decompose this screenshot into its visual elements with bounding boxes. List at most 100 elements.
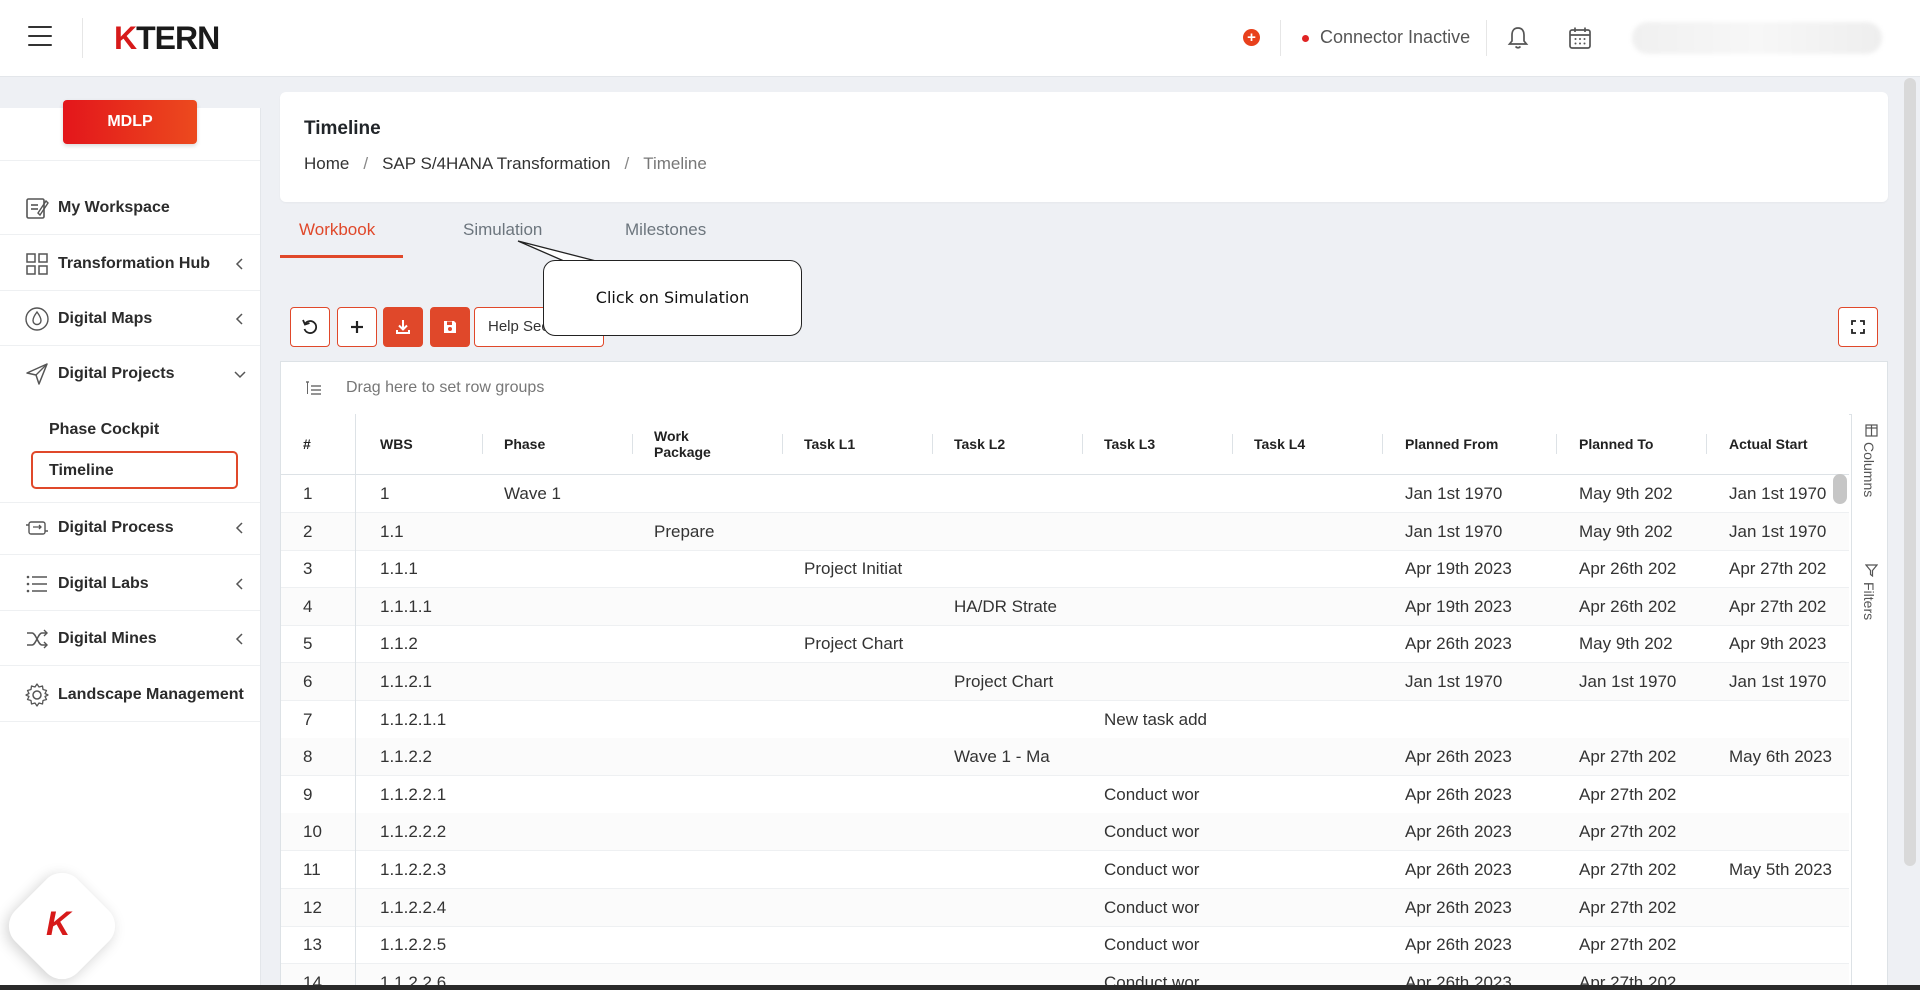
cell-row-index[interactable]: 12 [303,889,355,926]
cell-planned-to[interactable]: May 9th 202 [1579,475,1714,512]
cell-work-package[interactable] [654,813,779,850]
cell-task-l4[interactable] [1254,776,1379,813]
cell-work-package[interactable] [654,588,779,625]
cell-task-l3[interactable]: Conduct wor [1104,889,1229,926]
cell-task-l3[interactable] [1104,550,1229,587]
cell-actual-start[interactable] [1729,776,1834,813]
add-circle-icon[interactable]: + [1243,29,1260,46]
cell-phase[interactable] [504,926,629,963]
cell-phase[interactable] [504,588,629,625]
cell-planned-from[interactable]: Jan 1st 1970 [1405,475,1565,512]
cell-planned-from[interactable]: Jan 1st 1970 [1405,663,1565,700]
sidebar-item-digital-process[interactable]: Digital Process [0,502,260,555]
cell-planned-to[interactable]: Apr 27th 202 [1579,851,1714,888]
cell-planned-to[interactable]: May 9th 202 [1579,513,1714,550]
cell-phase[interactable]: Wave 1 [504,475,629,512]
cell-task-l2[interactable] [954,513,1079,550]
cell-task-l1[interactable] [804,588,929,625]
cell-planned-from[interactable]: Apr 26th 2023 [1405,738,1565,775]
cell-task-l3[interactable] [1104,475,1229,512]
cell-task-l4[interactable] [1254,550,1379,587]
sidebar-item-digital-maps[interactable]: Digital Maps [0,293,260,346]
cell-actual-start[interactable]: Jan 1st 1970 [1729,475,1834,512]
cell-task-l4[interactable] [1254,513,1379,550]
cell-row-index[interactable]: 3 [303,550,355,587]
cell-actual-start[interactable]: Apr 27th 202 [1729,588,1834,625]
cell-planned-from[interactable]: Apr 26th 2023 [1405,889,1565,926]
cell-planned-from[interactable]: Jan 1st 1970 [1405,513,1565,550]
cell-row-index[interactable]: 10 [303,813,355,850]
calendar-icon[interactable] [1567,25,1593,51]
add-row-button[interactable] [337,307,377,347]
cell-planned-from[interactable]: Apr 19th 2023 [1405,588,1565,625]
cell-planned-from[interactable]: Apr 26th 2023 [1405,813,1565,850]
sidebar-subitem-phase-cockpit[interactable]: Phase Cockpit [49,421,159,439]
column-header-task-l1[interactable]: Task L1 [804,414,855,474]
sidebar-subitem-timeline[interactable]: Timeline [49,462,114,480]
cell-work-package[interactable] [654,889,779,926]
cell-phase[interactable] [504,550,629,587]
cell-planned-to[interactable]: Jan 1st 1970 [1579,663,1714,700]
cell-row-index[interactable]: 11 [303,851,355,888]
cell-task-l1[interactable]: Project Initiat [804,550,929,587]
table-row[interactable]: 10 1.1.2.2.2 Conduct wor Apr 26th 2023 Apr 2… [281,813,1849,852]
cell-task-l3[interactable]: Conduct wor [1104,776,1229,813]
cell-row-index[interactable]: 6 [303,663,355,700]
cell-planned-to[interactable]: May 9th 202 [1579,625,1714,662]
cell-task-l4[interactable] [1254,738,1379,775]
cell-wbs[interactable]: 1.1.2.2 [380,738,480,775]
cell-task-l1[interactable] [804,701,929,738]
cell-task-l3[interactable] [1104,738,1229,775]
ktern-logo[interactable]: KTERN [114,20,220,57]
cell-task-l2[interactable] [954,625,1079,662]
cell-actual-start[interactable] [1729,889,1834,926]
cell-work-package[interactable] [654,776,779,813]
cell-task-l1[interactable] [804,926,929,963]
cell-task-l3[interactable]: Conduct wor [1104,851,1229,888]
cell-task-l2[interactable] [954,926,1079,963]
cell-task-l1[interactable] [804,889,929,926]
sidebar-item-transformation-hub[interactable]: Transformation Hub [0,238,260,291]
table-row[interactable]: 3 1.1.1 Project Initiat Apr 19th 2023 Apr 26… [281,550,1849,589]
cell-task-l1[interactable] [804,475,929,512]
table-row[interactable]: 13 1.1.2.2.5 Conduct wor Apr 26th 2023 Apr 2… [281,926,1849,965]
cell-task-l4[interactable] [1254,475,1379,512]
sidebar-item-digital-labs[interactable]: Digital Labs [0,558,260,611]
cell-work-package[interactable] [654,701,779,738]
cell-work-package[interactable] [654,926,779,963]
column-header-task-l3[interactable]: Task L3 [1104,414,1155,474]
cell-task-l4[interactable] [1254,625,1379,662]
cell-task-l4[interactable] [1254,663,1379,700]
page-scrollbar[interactable] [1904,78,1916,866]
cell-planned-from[interactable]: Apr 26th 2023 [1405,625,1565,662]
cell-row-index[interactable]: 1 [303,475,355,512]
cell-actual-start[interactable]: Jan 1st 1970 [1729,663,1834,700]
column-header-task-l2[interactable]: Task L2 [954,414,1005,474]
cell-task-l2[interactable] [954,475,1079,512]
bell-icon[interactable] [1506,25,1530,51]
cell-actual-start[interactable]: May 5th 2023 [1729,851,1834,888]
cell-task-l3[interactable] [1104,663,1229,700]
cell-planned-from[interactable]: Apr 19th 2023 [1405,550,1565,587]
cell-work-package[interactable] [654,550,779,587]
cell-task-l2[interactable] [954,889,1079,926]
cell-actual-start[interactable]: May 6th 2023 [1729,738,1834,775]
cell-task-l2[interactable] [954,776,1079,813]
cell-wbs[interactable]: 1 [380,475,480,512]
cell-task-l4[interactable] [1254,588,1379,625]
cell-task-l3[interactable] [1104,513,1229,550]
cell-task-l2[interactable] [954,851,1079,888]
cell-work-package[interactable]: Prepare [654,513,779,550]
tab-simulation[interactable]: Simulation [463,220,542,240]
column-header-planned-from[interactable]: Planned From [1405,414,1498,474]
cell-task-l2[interactable]: Wave 1 - Ma [954,738,1079,775]
sidebar-item-digital-mines[interactable]: Digital Mines [0,613,260,666]
cell-planned-to[interactable]: Apr 26th 202 [1579,588,1714,625]
table-row[interactable]: 1 1 Wave 1 Jan 1st 1970 May 9th 202 Jan 1st 1… [281,475,1849,513]
cell-actual-start[interactable]: Apr 27th 202 [1729,550,1834,587]
table-row[interactable]: 7 1.1.2.1.1 New task add [281,701,1849,739]
cell-task-l3[interactable]: Conduct wor [1104,813,1229,850]
cell-planned-to[interactable]: Apr 27th 202 [1579,926,1714,963]
cell-planned-from[interactable]: Apr 26th 2023 [1405,851,1565,888]
table-row[interactable]: 12 1.1.2.2.4 Conduct wor Apr 26th 2023 Apr 2… [281,888,1849,927]
